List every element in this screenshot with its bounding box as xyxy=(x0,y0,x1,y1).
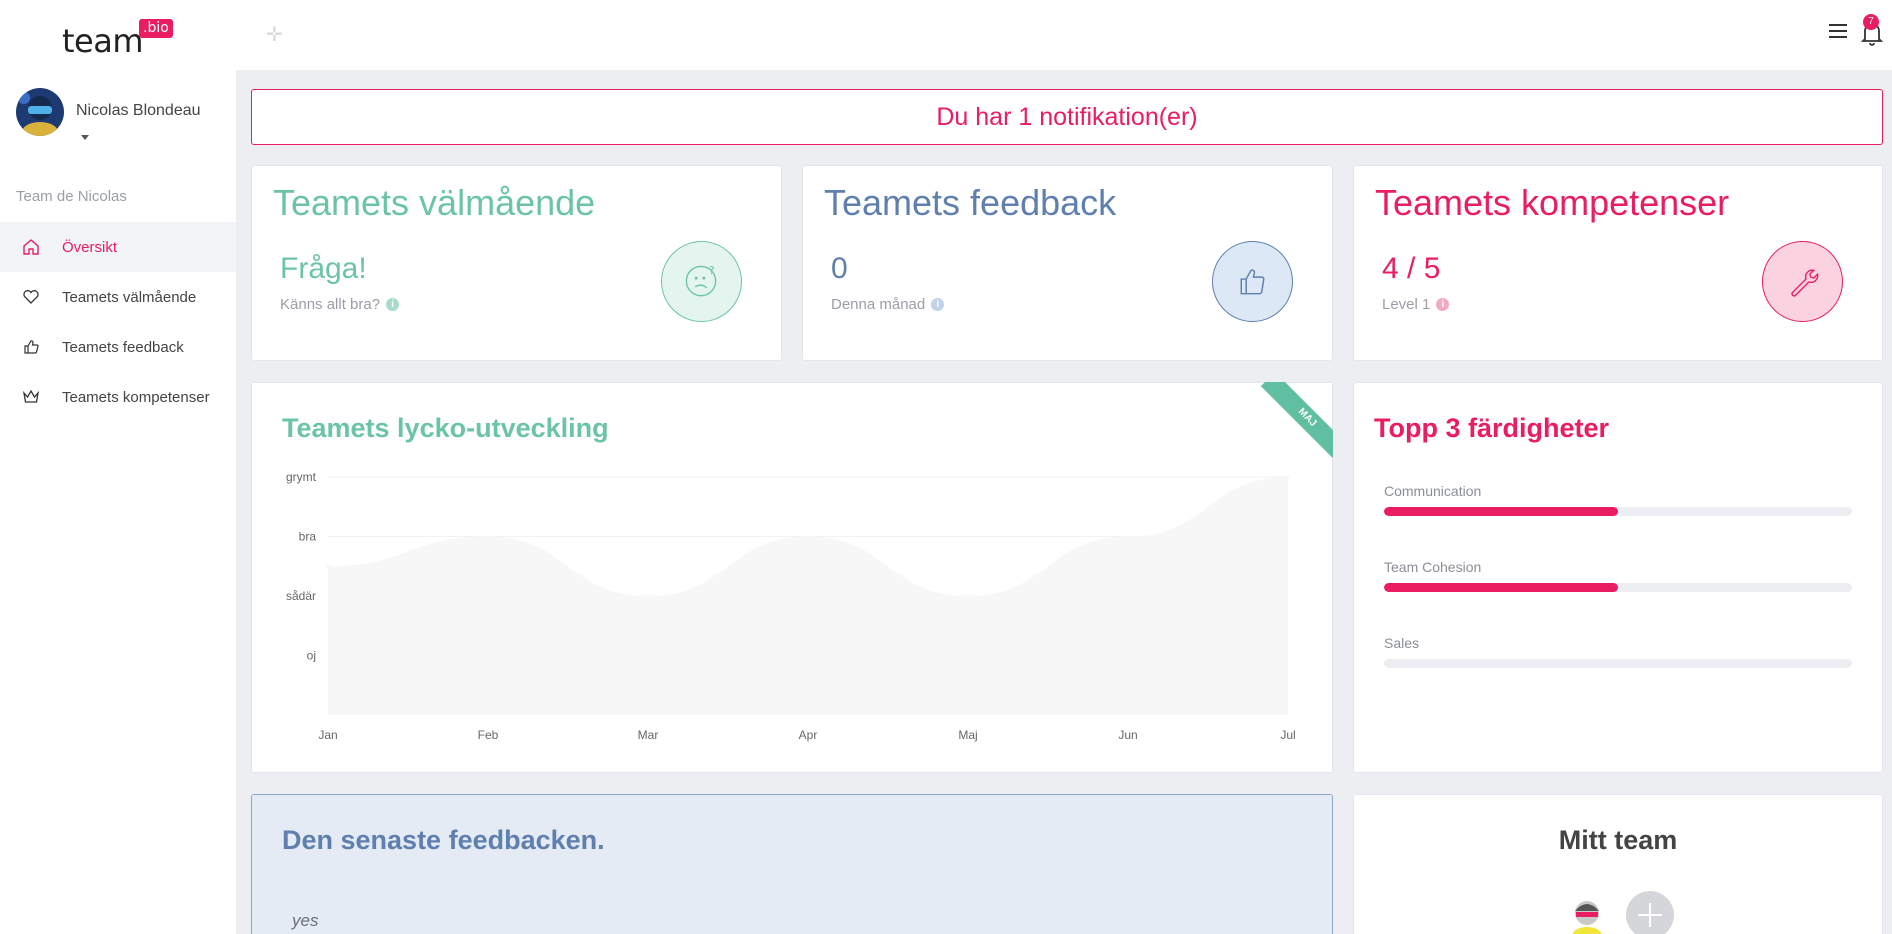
skill-name: Sales xyxy=(1384,635,1420,651)
skill-name: Communication xyxy=(1384,483,1482,499)
skills-card[interactable]: Teamets kompetenser 4 / 5 Level 1 i xyxy=(1353,165,1883,361)
sidebar: Nicolas Blondeau Team de Nicolas Översik… xyxy=(0,70,236,934)
data-point xyxy=(806,534,810,539)
card-subtitle-text: Level 1 xyxy=(1382,296,1431,313)
sidebar-item-kompetenser[interactable]: Teamets kompetenser xyxy=(0,372,236,422)
move-icon[interactable]: ✛ xyxy=(266,22,283,47)
data-point xyxy=(1126,534,1130,539)
y-tick-label: grymt xyxy=(286,470,317,484)
happiness-chart-card: Teamets lycko-utveckling MAJ oj sådär bra g… xyxy=(251,382,1333,773)
top-skills-card: Topp 3 färdigheter Communication Team Co… xyxy=(1353,382,1883,773)
info-icon[interactable]: i xyxy=(386,298,400,311)
y-tick-label: bra xyxy=(299,530,317,544)
sidebar-item-valmaende[interactable]: Teamets välmående xyxy=(0,272,236,322)
crown-icon xyxy=(22,389,40,403)
heart-icon xyxy=(23,290,39,304)
skill-item: Communication xyxy=(1384,483,1852,516)
skill-progress-track xyxy=(1384,659,1852,668)
x-tick-label: Mar xyxy=(638,728,659,742)
data-point xyxy=(966,594,970,598)
data-point xyxy=(646,594,650,598)
sidebar-item-label: Översikt xyxy=(62,238,118,256)
card-value: 4 / 5 xyxy=(1382,252,1441,285)
sidebar-item-oversikt[interactable]: Översikt xyxy=(0,222,236,272)
card-value: 0 xyxy=(831,252,848,285)
hamburger-menu-icon[interactable] xyxy=(1829,24,1847,38)
skill-progress-track xyxy=(1384,583,1852,592)
latest-feedback-card: Den senaste feedbacken. yes xyxy=(251,794,1333,934)
x-tick-label: Jan xyxy=(318,728,337,742)
skill-item: Sales xyxy=(1384,635,1852,668)
sidebar-nav: Översikt Teamets välmående Teamets feedb… xyxy=(0,222,236,422)
x-tick-label: Maj xyxy=(958,728,977,742)
confused-face-icon[interactable]: ? xyxy=(661,241,742,322)
top-bar: team .bio ✛ 7 xyxy=(0,0,1892,70)
card-value: Fråga! xyxy=(280,252,367,285)
my-team-card: Mitt team xyxy=(1353,794,1883,934)
data-point xyxy=(326,564,330,569)
latest-feedback-title: Den senaste feedbacken. xyxy=(282,825,605,855)
svg-text:?: ? xyxy=(709,264,715,277)
notification-banner[interactable]: Du har 1 notifikation(er) xyxy=(251,89,1883,145)
home-icon xyxy=(23,239,39,255)
skill-item: Team Cohesion xyxy=(1384,559,1852,592)
skill-progress-fill xyxy=(1384,507,1618,516)
y-tick-label: sådär xyxy=(286,589,316,603)
team-label: Team de Nicolas xyxy=(16,188,127,205)
feedback-item: yes xyxy=(292,911,319,930)
card-subtitle: Level 1 i xyxy=(1382,296,1450,313)
x-tick-label: Jul xyxy=(1280,728,1295,742)
sidebar-item-label: Teamets feedback xyxy=(62,338,184,356)
plus-icon xyxy=(1638,903,1662,927)
x-tick-label: Jun xyxy=(1118,728,1137,742)
card-subtitle-text: Denna månad xyxy=(831,296,926,313)
thumbs-up-icon xyxy=(24,340,39,354)
happiness-chart: oj sådär bra grymt Jan Feb Mar Apr Maj Jun Jul xyxy=(286,470,1296,742)
y-tick-label: oj xyxy=(307,649,316,663)
skill-progress-track xyxy=(1384,507,1852,516)
card-subtitle: Känns allt bra? i xyxy=(280,296,400,313)
sidebar-item-label: Teamets välmående xyxy=(62,288,197,306)
thumbs-up-icon[interactable] xyxy=(1212,241,1293,322)
user-name[interactable]: Nicolas Blondeau xyxy=(76,102,201,120)
logo-badge: .bio xyxy=(139,19,173,38)
logo[interactable]: team xyxy=(62,22,144,60)
top-skills-title: Topp 3 färdigheter xyxy=(1374,413,1610,443)
data-point xyxy=(1286,475,1290,479)
card-title: Teamets välmående xyxy=(273,182,596,223)
skill-progress-fill xyxy=(1384,583,1618,592)
card-title: Teamets kompetenser xyxy=(1375,182,1730,223)
card-title: Teamets feedback xyxy=(824,182,1117,223)
add-member-button[interactable] xyxy=(1626,891,1674,934)
skill-name: Team Cohesion xyxy=(1384,559,1482,575)
team-member-avatar[interactable] xyxy=(1566,893,1608,934)
wellbeing-card[interactable]: Teamets välmående Fråga! Känns allt bra?… xyxy=(251,165,782,361)
card-subtitle: Denna månad i xyxy=(831,296,945,313)
my-team-title: Mitt team xyxy=(1558,825,1678,855)
notification-count-badge: 7 xyxy=(1863,14,1879,30)
info-icon[interactable]: i xyxy=(931,298,945,311)
avatar[interactable] xyxy=(16,88,64,136)
info-icon[interactable]: i xyxy=(1436,298,1450,311)
sidebar-item-label: Teamets kompetenser xyxy=(62,388,210,406)
sidebar-item-feedback[interactable]: Teamets feedback xyxy=(0,322,236,372)
x-tick-label: Apr xyxy=(799,728,818,742)
feedback-card[interactable]: Teamets feedback 0 Denna månad i xyxy=(802,165,1333,361)
x-tick-label: Feb xyxy=(478,728,499,742)
wrench-icon[interactable] xyxy=(1762,241,1843,322)
card-subtitle-text: Känns allt bra? xyxy=(280,296,381,313)
happiness-area xyxy=(328,477,1288,715)
data-point xyxy=(486,534,490,539)
chevron-down-icon[interactable] xyxy=(81,135,89,140)
